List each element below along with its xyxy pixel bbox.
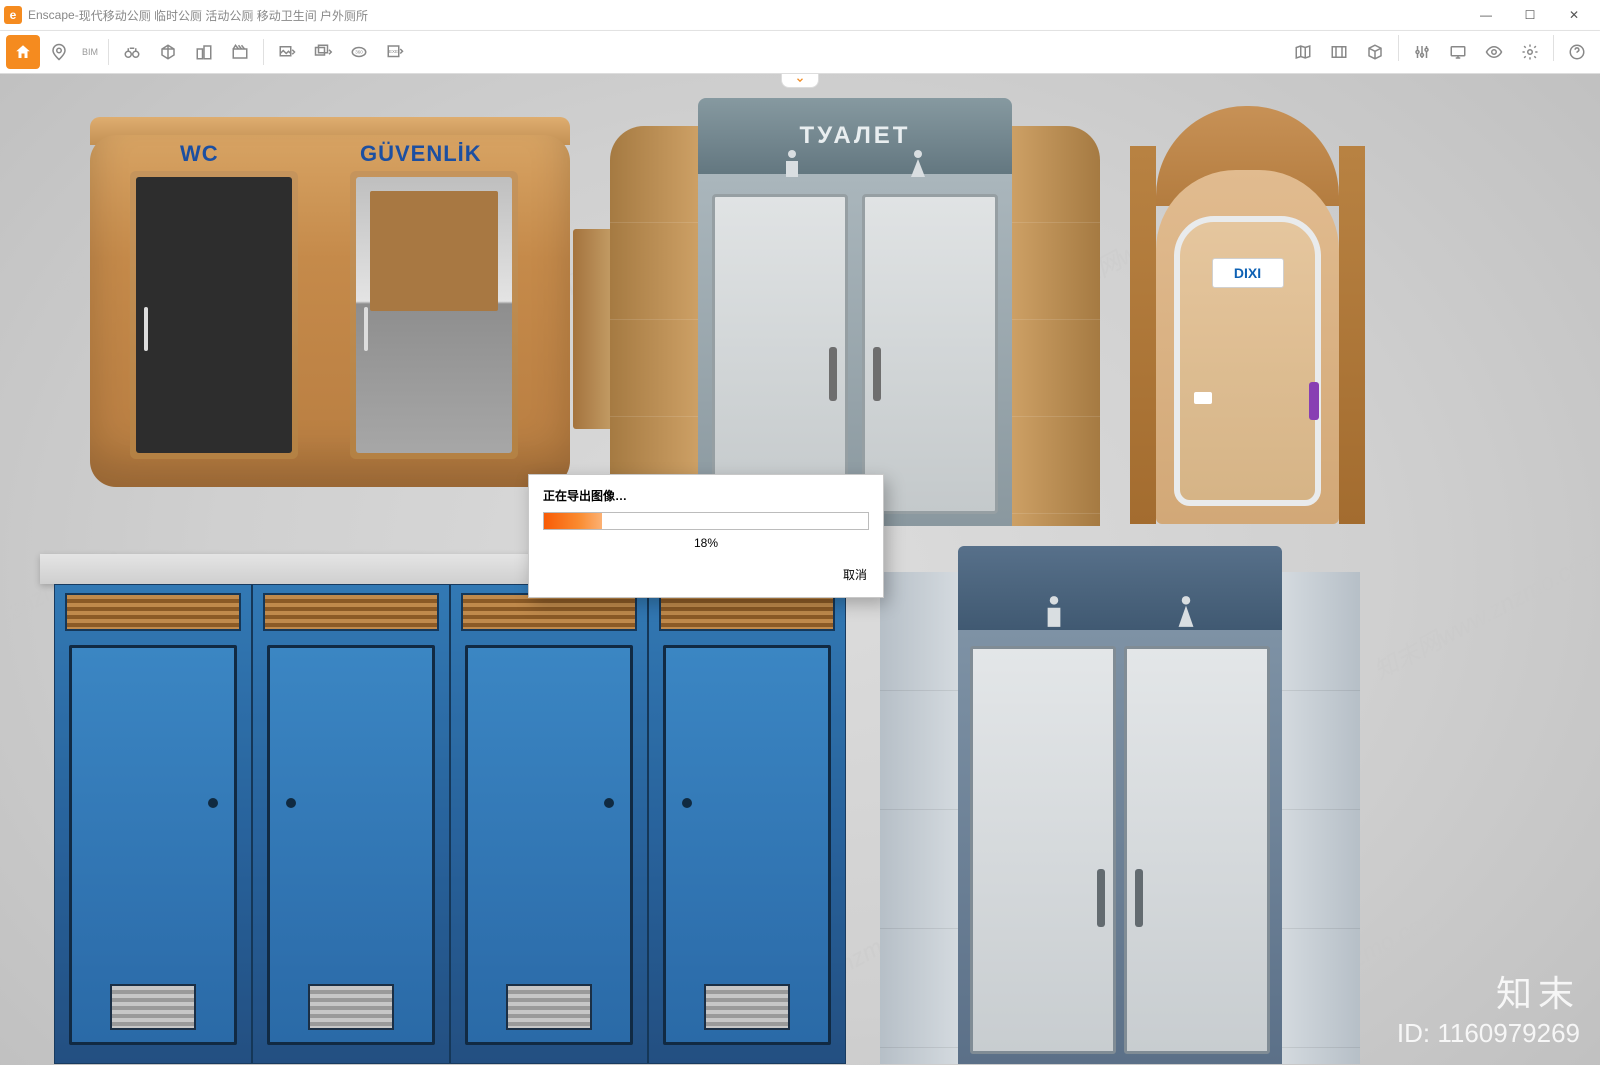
library-button[interactable] bbox=[1322, 35, 1356, 69]
model-toilet-dual-grey: ТУАЛЕТ bbox=[610, 86, 1100, 526]
male-icon bbox=[1043, 595, 1065, 629]
watermark-id: ID: 1160979269 bbox=[1397, 1018, 1580, 1049]
map-icon bbox=[1294, 43, 1312, 61]
sliders-icon bbox=[1413, 43, 1431, 61]
box-icon bbox=[1366, 43, 1384, 61]
clapper-button[interactable] bbox=[223, 35, 257, 69]
progress-percent: 18% bbox=[543, 536, 869, 550]
model-dixi-booth: DIXI bbox=[1130, 106, 1365, 524]
sliders-button[interactable] bbox=[1405, 35, 1439, 69]
female-icon bbox=[1175, 595, 1197, 629]
bim-label: BIM bbox=[78, 47, 102, 57]
screenshot-button[interactable] bbox=[270, 35, 304, 69]
panorama-icon: 360 bbox=[349, 43, 369, 61]
door-wc bbox=[130, 171, 298, 459]
settings-button[interactable] bbox=[1513, 35, 1547, 69]
cancel-button[interactable]: 取消 bbox=[843, 568, 867, 582]
home-button[interactable] bbox=[6, 35, 40, 69]
enscape-logo-icon: e bbox=[4, 6, 22, 24]
map-button[interactable] bbox=[1286, 35, 1320, 69]
batch-export-button[interactable] bbox=[306, 35, 340, 69]
stall-2 bbox=[253, 585, 451, 1063]
door-handle-icon bbox=[1309, 382, 1319, 420]
box-button[interactable] bbox=[1358, 35, 1392, 69]
progress-fill bbox=[544, 513, 602, 529]
maximize-button[interactable]: ☐ bbox=[1508, 0, 1552, 30]
dialog-title: 正在导出图像… bbox=[543, 487, 869, 504]
buildings-button[interactable] bbox=[187, 35, 221, 69]
show-button[interactable] bbox=[1477, 35, 1511, 69]
title-bar: e Enscape - 现代移动公厕 临时公厕 活动公厕 移动卫生间 户外厕所 … bbox=[0, 0, 1600, 31]
buildings-icon bbox=[195, 43, 213, 61]
model-toilet-dual-blue bbox=[880, 546, 1360, 1064]
exe-icon: EXE bbox=[385, 43, 405, 61]
close-button[interactable]: ✕ bbox=[1552, 0, 1596, 30]
door-female-2 bbox=[1124, 646, 1270, 1054]
perspective-button[interactable] bbox=[151, 35, 185, 69]
binoculars-icon bbox=[122, 43, 142, 61]
sign-toilet-ru: ТУАЛЕТ bbox=[800, 122, 911, 150]
exe-export-button[interactable]: EXE bbox=[378, 35, 412, 69]
home-icon bbox=[14, 43, 32, 61]
pin-icon bbox=[50, 43, 68, 61]
male-icon bbox=[781, 149, 803, 181]
app-name: Enscape bbox=[28, 8, 75, 22]
display-icon bbox=[1449, 43, 1467, 61]
label-wc: WC bbox=[180, 141, 219, 167]
perspective-icon bbox=[159, 43, 177, 61]
door-male-2 bbox=[970, 646, 1116, 1054]
stall-4 bbox=[649, 585, 845, 1063]
clapper-icon bbox=[231, 43, 249, 61]
chevron-down-icon bbox=[793, 75, 807, 85]
minimize-button[interactable]: — bbox=[1464, 0, 1508, 30]
dixi-logo: DIXI bbox=[1212, 258, 1284, 288]
model-cabin-wc-security: WC GÜVENLİK bbox=[70, 109, 595, 501]
door-dixi: DIXI bbox=[1174, 216, 1321, 506]
viewport[interactable]: 知末网www.znzmo.com 知末网www.znzmo.com 知末网www… bbox=[0, 74, 1600, 1065]
progress-bar bbox=[543, 512, 869, 530]
binoculars-button[interactable] bbox=[115, 35, 149, 69]
svg-text:360: 360 bbox=[355, 50, 363, 55]
panorama-button[interactable]: 360 bbox=[342, 35, 376, 69]
library-icon bbox=[1330, 43, 1348, 61]
help-icon bbox=[1568, 43, 1586, 61]
stall-3 bbox=[451, 585, 649, 1063]
door-female bbox=[862, 194, 998, 514]
watermark-brand: 知末 bbox=[1496, 965, 1580, 1017]
locate-button[interactable] bbox=[42, 35, 76, 69]
batch-export-icon bbox=[313, 43, 333, 61]
export-progress-dialog: 正在导出图像… 18% 取消 bbox=[528, 474, 884, 598]
document-title: 现代移动公厕 临时公厕 活动公厕 移动卫生间 户外厕所 bbox=[79, 7, 368, 24]
door-security bbox=[350, 171, 518, 459]
stall-1 bbox=[55, 585, 253, 1063]
svg-text:EXE: EXE bbox=[389, 49, 398, 54]
label-security: GÜVENLİK bbox=[360, 141, 482, 167]
image-export-icon bbox=[277, 43, 297, 61]
main-toolbar: BIM 360 EXE bbox=[0, 31, 1600, 74]
watermark-text: 知末网www.znzmo.com bbox=[1367, 537, 1600, 686]
female-icon bbox=[907, 149, 929, 181]
door-male bbox=[712, 194, 848, 514]
eye-icon bbox=[1485, 43, 1503, 61]
display-button[interactable] bbox=[1441, 35, 1475, 69]
help-button[interactable] bbox=[1560, 35, 1594, 69]
model-blue-row-toilets bbox=[40, 554, 860, 1064]
gear-icon bbox=[1521, 43, 1539, 61]
